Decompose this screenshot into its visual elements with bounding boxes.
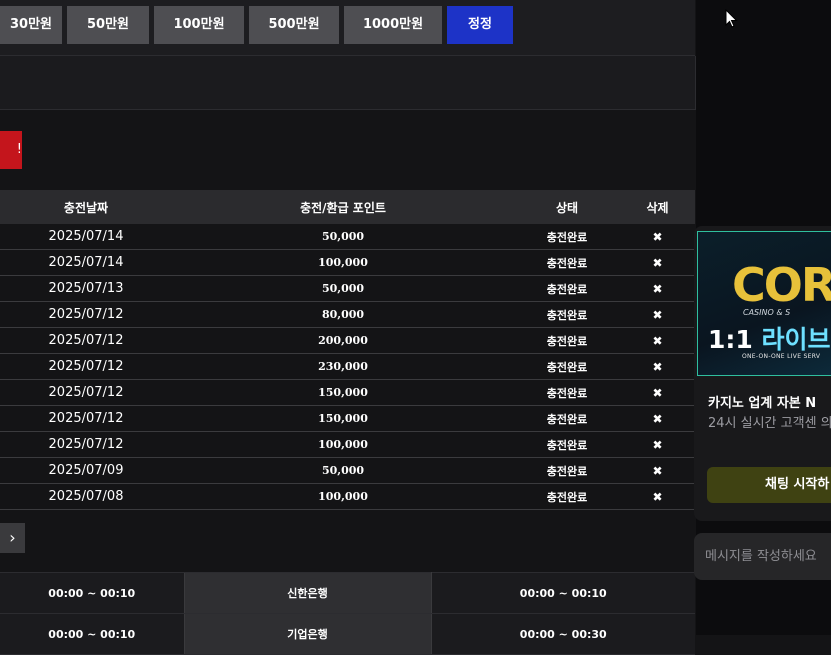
row-status: 충전완료 bbox=[514, 431, 620, 458]
table-row: 00:00 ~ 00:10 기업은행 00:00 ~ 00:30 bbox=[0, 613, 695, 655]
table-row: 2025/07/12 150,000 충전완료 ✖ bbox=[0, 379, 695, 406]
row-status: 충전완료 bbox=[514, 301, 620, 328]
amount-input-area[interactable] bbox=[0, 56, 696, 110]
amount-button-bar: 30만원 50만원 100만원 500만원 1000만원 정정 bbox=[0, 0, 695, 56]
row-date: 2025/07/12 bbox=[0, 353, 172, 380]
banner-caption: ONE-ON-ONE LIVE SERV bbox=[742, 353, 821, 360]
table-row: 2025/07/14 50,000 충전완료 ✖ bbox=[0, 224, 695, 250]
chat-title: 카지노 업계 자본 N bbox=[708, 396, 817, 411]
row-points: 230,000 bbox=[172, 353, 514, 380]
row-date: 2025/07/14 bbox=[0, 224, 172, 250]
row-points: 50,000 bbox=[172, 275, 514, 302]
start-chat-button[interactable]: 채팅 시작하 bbox=[707, 467, 831, 503]
bank-name: 기업은행 bbox=[183, 613, 432, 655]
delete-icon[interactable]: ✖ bbox=[620, 275, 695, 302]
row-date: 2025/07/08 bbox=[0, 483, 172, 510]
row-points: 100,000 bbox=[172, 249, 514, 276]
mouse-cursor-icon bbox=[725, 9, 738, 28]
chevron-right-icon: › bbox=[9, 528, 16, 547]
banner-logo-subtitle: CASINO & S bbox=[743, 308, 791, 317]
row-date: 2025/07/12 bbox=[0, 431, 172, 458]
pager-next-button[interactable]: › bbox=[0, 523, 25, 553]
bank-time-end: 00:00 ~ 00:10 bbox=[431, 572, 695, 614]
chat-banner-image: COR CASINO & S 1:1 라이브 고 ONE-ON-ONE LIVE… bbox=[697, 231, 831, 376]
row-points: 150,000 bbox=[172, 379, 514, 406]
row-status: 충전완료 bbox=[514, 379, 620, 406]
row-date: 2025/07/13 bbox=[0, 275, 172, 302]
delete-icon[interactable]: ✖ bbox=[620, 224, 695, 250]
row-status: 충전완료 bbox=[514, 224, 620, 250]
table-row: 2025/07/12 150,000 충전완료 ✖ bbox=[0, 405, 695, 432]
table-header-row: 충전날짜 충전/환급 포인트 상태 삭제 bbox=[0, 190, 695, 224]
bank-name: 신한은행 bbox=[183, 572, 432, 614]
table-row: 2025/07/12 230,000 충전완료 ✖ bbox=[0, 353, 695, 380]
charge-history-table: 충전날짜 충전/환급 포인트 상태 삭제 2025/07/14 50,000 충전완… bbox=[0, 190, 695, 510]
row-points: 100,000 bbox=[172, 431, 514, 458]
header-status: 상태 bbox=[514, 190, 620, 224]
amount-button-50[interactable]: 50만원 bbox=[67, 6, 149, 44]
delete-icon[interactable]: ✖ bbox=[620, 353, 695, 380]
table-row: 2025/07/09 50,000 충전완료 ✖ bbox=[0, 457, 695, 484]
row-status: 충전완료 bbox=[514, 353, 620, 380]
bank-maintenance-table: 00:00 ~ 00:10 신한은행 00:00 ~ 00:10 00:00 ~… bbox=[0, 572, 695, 655]
row-status: 충전완료 bbox=[514, 457, 620, 484]
row-points: 50,000 bbox=[172, 224, 514, 250]
bank-time-start: 00:00 ~ 00:10 bbox=[0, 572, 184, 614]
message-input[interactable] bbox=[705, 546, 831, 566]
header-points: 충전/환급 포인트 bbox=[172, 190, 514, 224]
table-row: 2025/07/13 50,000 충전완료 ✖ bbox=[0, 275, 695, 302]
row-date: 2025/07/12 bbox=[0, 405, 172, 432]
row-status: 충전완료 bbox=[514, 275, 620, 302]
delete-icon[interactable]: ✖ bbox=[620, 379, 695, 406]
row-date: 2025/07/12 bbox=[0, 327, 172, 354]
row-status: 충전완료 bbox=[514, 327, 620, 354]
row-points: 50,000 bbox=[172, 457, 514, 484]
delete-icon[interactable]: ✖ bbox=[620, 405, 695, 432]
header-delete: 삭제 bbox=[620, 190, 695, 224]
live-chat-widget: COR CASINO & S 1:1 라이브 고 ONE-ON-ONE LIVE… bbox=[694, 226, 831, 521]
reset-button[interactable]: 정정 bbox=[447, 6, 513, 44]
header-date: 충전날짜 bbox=[0, 190, 172, 224]
delete-icon[interactable]: ✖ bbox=[620, 327, 695, 354]
table-row: 2025/07/12 200,000 충전완료 ✖ bbox=[0, 327, 695, 354]
amount-button-1000[interactable]: 1000만원 bbox=[344, 6, 442, 44]
bank-time-end: 00:00 ~ 00:30 bbox=[431, 613, 695, 655]
row-points: 150,000 bbox=[172, 405, 514, 432]
delete-icon[interactable]: ✖ bbox=[620, 457, 695, 484]
row-status: 충전완료 bbox=[514, 483, 620, 510]
table-row: 00:00 ~ 00:10 신한은행 00:00 ~ 00:10 bbox=[0, 572, 695, 614]
row-points: 200,000 bbox=[172, 327, 514, 354]
table-row: 2025/07/14 100,000 충전완료 ✖ bbox=[0, 249, 695, 276]
bank-time-start: 00:00 ~ 00:10 bbox=[0, 613, 184, 655]
table-row: 2025/07/08 100,000 충전완료 ✖ bbox=[0, 483, 695, 510]
row-status: 충전완료 bbox=[514, 249, 620, 276]
delete-icon[interactable]: ✖ bbox=[620, 249, 695, 276]
submit-button[interactable]: ! bbox=[0, 131, 22, 169]
delete-icon[interactable]: ✖ bbox=[620, 301, 695, 328]
row-points: 80,000 bbox=[172, 301, 514, 328]
row-date: 2025/07/12 bbox=[0, 301, 172, 328]
amount-button-30[interactable]: 30만원 bbox=[0, 6, 62, 44]
banner-title: 1:1 라이브 고 bbox=[708, 325, 831, 354]
row-points: 100,000 bbox=[172, 483, 514, 510]
row-date: 2025/07/09 bbox=[0, 457, 172, 484]
chat-description: 24시 실시간 고객센 의 bbox=[708, 416, 831, 431]
delete-icon[interactable]: ✖ bbox=[620, 483, 695, 510]
table-row: 2025/07/12 100,000 충전완료 ✖ bbox=[0, 431, 695, 458]
table-row: 2025/07/12 80,000 충전완료 ✖ bbox=[0, 301, 695, 328]
banner-logo: COR bbox=[732, 258, 831, 312]
row-date: 2025/07/14 bbox=[0, 249, 172, 276]
delete-icon[interactable]: ✖ bbox=[620, 431, 695, 458]
amount-button-100[interactable]: 100만원 bbox=[154, 6, 244, 44]
row-status: 충전완료 bbox=[514, 405, 620, 432]
row-date: 2025/07/12 bbox=[0, 379, 172, 406]
amount-button-500[interactable]: 500만원 bbox=[249, 6, 339, 44]
message-box bbox=[694, 533, 831, 580]
